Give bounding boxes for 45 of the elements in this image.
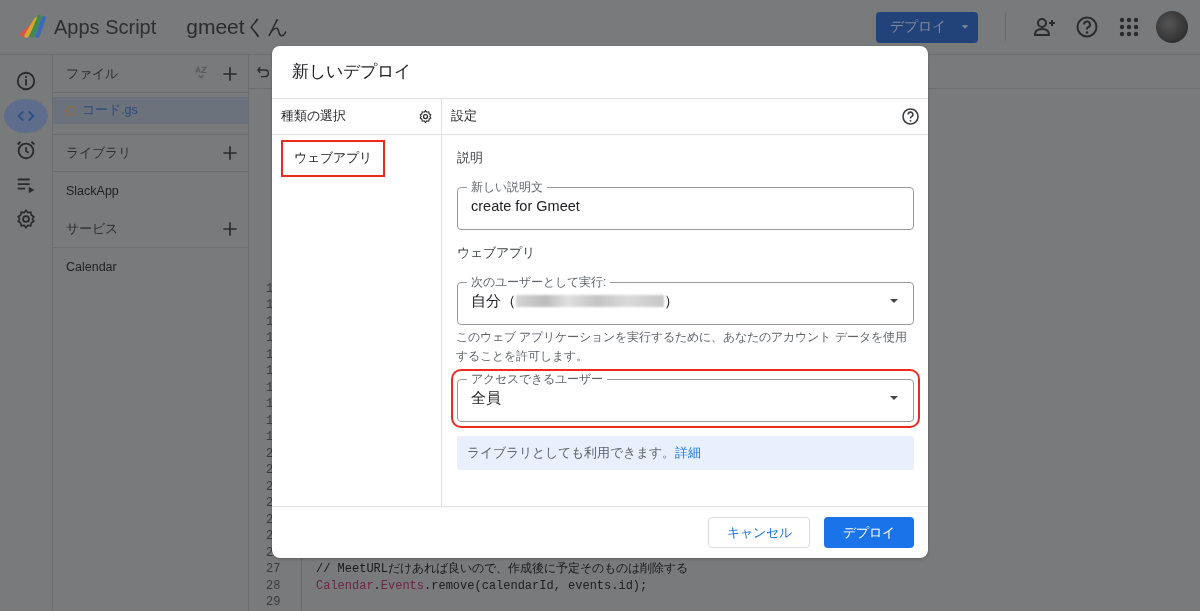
- info-text: ライブラリとしても利用できます。詳細: [467, 444, 701, 462]
- line-number: 2: [266, 512, 274, 527]
- column-heading: 種類の選択: [281, 108, 347, 125]
- section-item[interactable]: Calendar: [53, 248, 248, 286]
- deploy-button[interactable]: デプロイ: [876, 11, 978, 43]
- help-text: このウェブ アプリケーションを実行するために、あなたのアカウント データを使用することを許可します。: [456, 329, 908, 365]
- dialog-title: 新しいデプロイ: [272, 46, 928, 99]
- cancel-button[interactable]: キャンセル: [708, 517, 810, 548]
- rail-button[interactable]: [4, 98, 48, 133]
- line-number: 2: [266, 479, 274, 494]
- project-title[interactable]: gmeetくん: [186, 13, 289, 41]
- section-heading: 説明: [457, 150, 484, 167]
- dropdown-field[interactable]: アクセスできるユーザー 全員: [457, 375, 914, 422]
- dropdown-field[interactable]: 次のユーザーとして実行: 自分（ ）: [457, 278, 914, 325]
- line-number: 2: [266, 545, 274, 560]
- section-item[interactable]: SlackApp: [53, 172, 248, 210]
- line-number: 28: [266, 578, 281, 593]
- line-number: 2: [266, 446, 274, 461]
- line-number: 29: [266, 595, 281, 609]
- deployment-type-item[interactable]: ウェブアプリ: [283, 142, 383, 175]
- apps-grid-icon[interactable]: [1117, 15, 1141, 39]
- settings-icon: [15, 208, 37, 231]
- info-icon: [15, 70, 37, 93]
- line-number: 2: [266, 496, 274, 510]
- product-name: Apps Script: [54, 15, 157, 39]
- text-field[interactable]: 新しい説明文 create for Gmeet: [457, 183, 914, 230]
- settings-icon[interactable]: [418, 109, 433, 124]
- line-number: 2: [266, 529, 274, 543]
- add-person-icon[interactable]: [1033, 15, 1057, 39]
- code-line: // MeetURLだけあれば良いので、作成後に予定そのものは削除する: [316, 562, 688, 576]
- apps-script-logo: [18, 14, 48, 40]
- alarm-clock-icon: [15, 139, 37, 162]
- line-number: 2: [266, 463, 274, 477]
- avatar[interactable]: [1156, 11, 1188, 43]
- help-icon[interactable]: [901, 107, 920, 126]
- column-heading: 設定: [451, 108, 478, 125]
- line-number: 27: [266, 562, 281, 576]
- section-heading: サービス: [66, 219, 119, 238]
- plus-icon[interactable]: [220, 143, 240, 163]
- details-link[interactable]: 詳細: [675, 445, 701, 460]
- deploy-button[interactable]: デプロイ: [824, 517, 914, 548]
- section-heading: ライブラリ: [66, 144, 132, 162]
- code-line: Calendar.Events.remove(calendarId, events.id);: [316, 578, 648, 593]
- panel-heading: ファイル: [66, 64, 119, 83]
- section-heading: ウェブアプリ: [457, 245, 536, 262]
